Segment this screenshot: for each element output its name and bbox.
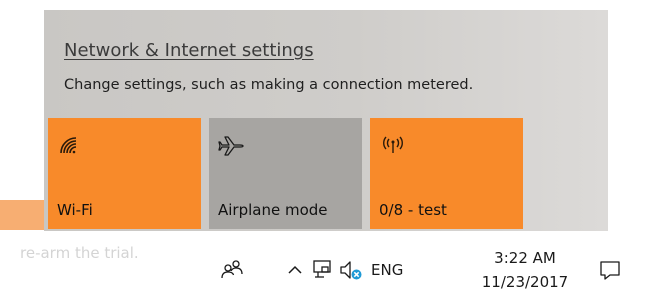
quick-action-airplane-mode-label: Airplane mode	[218, 201, 328, 219]
network-internet-settings-link[interactable]: Network & Internet settings	[64, 40, 314, 61]
quick-action-wifi-label: Wi-Fi	[57, 201, 93, 219]
clock-time: 3:22 AM	[494, 249, 556, 267]
clock-date: 11/23/2017	[481, 273, 569, 291]
quick-action-wifi[interactable]: Wi-Fi	[48, 118, 201, 229]
volume-muted-icon[interactable]	[339, 258, 363, 286]
network-flyout: Network & Internet settings Change setti…	[44, 10, 608, 231]
taskbar: ENG 3:22 AM 11/23/2017	[0, 231, 656, 300]
quick-action-mobile-hotspot-label: 0/8 - test	[379, 201, 447, 219]
wifi-icon	[57, 134, 85, 156]
language-indicator[interactable]: ENG	[371, 261, 403, 279]
action-center-icon[interactable]	[598, 258, 622, 286]
mobile-hotspot-icon	[379, 134, 407, 156]
airplane-icon	[218, 134, 246, 156]
network-settings-description: Change settings, such as making a connec…	[64, 77, 474, 93]
people-icon[interactable]	[221, 259, 243, 283]
chevron-up-icon[interactable]	[287, 262, 303, 281]
network-icon[interactable]	[312, 258, 334, 284]
quick-action-airplane-mode[interactable]: Airplane mode	[209, 118, 362, 229]
background-window-strip	[0, 200, 44, 230]
quick-action-mobile-hotspot[interactable]: 0/8 - test	[370, 118, 523, 229]
taskbar-clock[interactable]: 3:22 AM 11/23/2017	[470, 248, 580, 292]
